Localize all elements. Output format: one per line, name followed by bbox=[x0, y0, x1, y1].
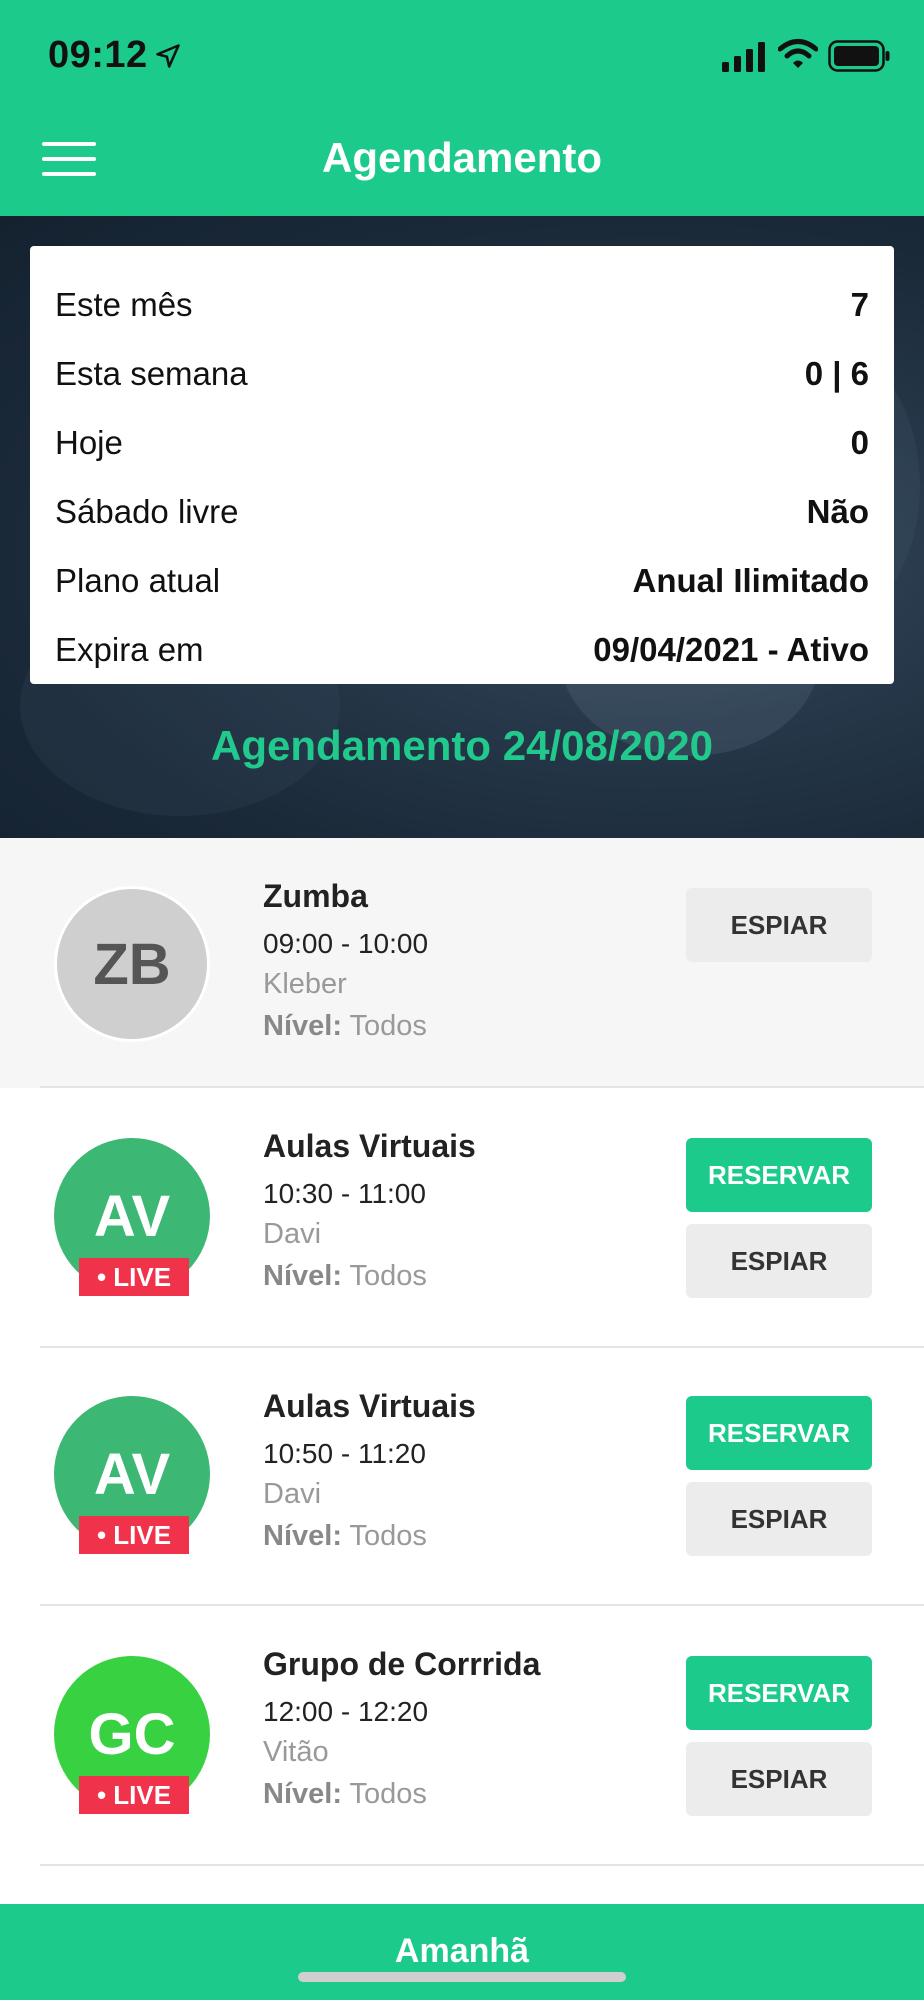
summary-row-free-saturday: Sábado livre Não bbox=[55, 477, 869, 546]
class-level: Nível: Todos bbox=[263, 1778, 427, 1811]
summary-row-week: Esta semana 0 | 6 bbox=[55, 339, 869, 408]
app-header: 09:12 Agendamento bbox=[0, 0, 924, 216]
level-label: Nível: bbox=[263, 1260, 342, 1292]
summary-row-expires: Expira em 09/04/2021 - Ativo bbox=[55, 615, 869, 684]
class-name: Zumba bbox=[263, 878, 368, 914]
spy-button[interactable]: ESPIAR bbox=[686, 1742, 872, 1816]
reserve-button[interactable]: RESERVAR bbox=[686, 1396, 872, 1470]
class-name: Grupo de Corrrida bbox=[263, 1646, 541, 1682]
level-label: Nível: bbox=[263, 1778, 342, 1810]
level-value: Todos bbox=[349, 1260, 427, 1292]
live-badge: • LIVE bbox=[79, 1776, 189, 1814]
summary-label: Hoje bbox=[55, 423, 123, 461]
summary-row-today: Hoje 0 bbox=[55, 408, 869, 477]
summary-label: Plano atual bbox=[55, 561, 221, 599]
class-time: 10:50 - 11:20 bbox=[263, 1438, 426, 1469]
class-name: Aulas Virtuais bbox=[263, 1388, 476, 1424]
level-label: Nível: bbox=[263, 1520, 342, 1552]
live-badge: • LIVE bbox=[79, 1258, 189, 1296]
summary-row-current-plan: Plano atual Anual Ilimitado bbox=[55, 546, 869, 615]
spy-button[interactable]: ESPIAR bbox=[686, 888, 872, 962]
battery-icon bbox=[828, 40, 890, 72]
list-divider bbox=[40, 1864, 924, 1866]
level-value: Todos bbox=[349, 1010, 427, 1042]
summary-label: Esta semana bbox=[55, 354, 248, 392]
schedule-date-title: Agendamento 24/08/2020 bbox=[211, 722, 713, 769]
level-value: Todos bbox=[349, 1778, 427, 1810]
spy-button[interactable]: ESPIAR bbox=[686, 1224, 872, 1298]
summary-row-month: Este mês 7 bbox=[55, 270, 869, 339]
class-instructor: Davi bbox=[263, 1478, 322, 1510]
home-indicator bbox=[298, 1972, 626, 1982]
summary-value: Não bbox=[806, 492, 869, 530]
class-list-item[interactable]: AV • LIVE Aulas Virtuais 10:50 - 11:20 D… bbox=[0, 1348, 924, 1606]
summary-label: Sábado livre bbox=[55, 492, 239, 530]
summary-value: Anual Ilimitado bbox=[632, 561, 869, 599]
class-instructor: Davi bbox=[263, 1218, 322, 1250]
class-avatar: ZB bbox=[54, 886, 210, 1042]
class-list-item[interactable]: AV • LIVE Aulas Virtuais 10:30 - 11:00 D… bbox=[0, 1088, 924, 1348]
class-level: Nível: Todos bbox=[263, 1520, 427, 1553]
status-bar: 09:12 bbox=[0, 0, 924, 110]
class-time: 09:00 - 10:00 bbox=[263, 928, 429, 959]
summary-label: Expira em bbox=[55, 630, 204, 668]
wifi-icon bbox=[778, 39, 818, 68]
next-day-button[interactable]: Amanhã bbox=[0, 1904, 924, 2000]
cellular-signal-icon bbox=[722, 42, 765, 72]
location-arrow-icon bbox=[156, 44, 180, 68]
next-day-label: Amanhã bbox=[394, 1932, 530, 1970]
level-label: Nível: bbox=[263, 1010, 342, 1042]
summary-value: 09/04/2021 - Ativo bbox=[593, 630, 869, 668]
spy-button[interactable]: ESPIAR bbox=[686, 1482, 872, 1556]
status-time: 09:12 bbox=[48, 34, 148, 76]
class-instructor: Vitão bbox=[263, 1736, 329, 1768]
class-level: Nível: Todos bbox=[263, 1260, 427, 1293]
class-name: Aulas Virtuais bbox=[263, 1128, 476, 1164]
class-list-item[interactable]: GC • LIVE Grupo de Corrrida 12:00 - 12:2… bbox=[0, 1606, 924, 1866]
summary-value: 0 | 6 bbox=[804, 354, 869, 392]
reserve-button[interactable]: RESERVAR bbox=[686, 1656, 872, 1730]
class-time: 12:00 - 12:20 bbox=[263, 1696, 429, 1727]
reserve-button[interactable]: RESERVAR bbox=[686, 1138, 872, 1212]
class-time: 10:30 - 11:00 bbox=[263, 1178, 426, 1209]
summary-value: 0 bbox=[850, 423, 869, 461]
live-badge: • LIVE bbox=[79, 1516, 189, 1554]
summary-value: 7 bbox=[850, 285, 869, 323]
class-instructor: Kleber bbox=[263, 968, 347, 1000]
page-title: Agendamento bbox=[321, 134, 602, 181]
plan-summary-card: Este mês 7 Esta semana 0 | 6 Hoje 0 Sába… bbox=[30, 246, 894, 684]
summary-label: Este mês bbox=[55, 285, 193, 323]
class-level: Nível: Todos bbox=[263, 1010, 427, 1043]
level-value: Todos bbox=[349, 1520, 427, 1552]
class-list-item[interactable]: ZB Zumba 09:00 - 10:00 Kleber Nível: Tod… bbox=[0, 838, 924, 1088]
